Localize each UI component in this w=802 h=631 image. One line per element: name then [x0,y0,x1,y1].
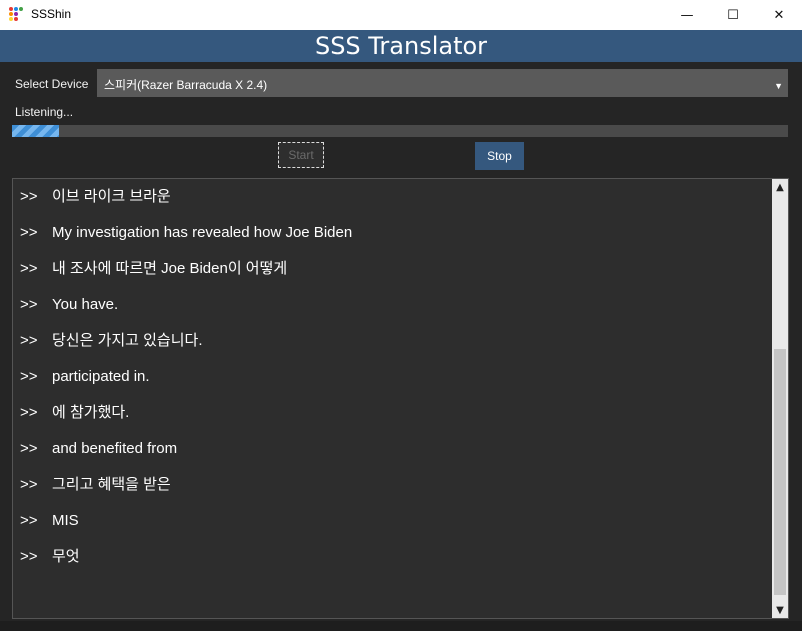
log-entry: >> 무엇 [20,547,770,583]
log-entry: >> 에 참가했다. [20,403,770,439]
device-select[interactable]: 스피커(Razer Barracuda X 2.4) ▼ [97,69,788,97]
log-entry-text: 무엇 [52,548,80,565]
maximize-button[interactable]: ☐ [710,0,756,30]
log-entry-prefix: >> [20,224,38,241]
log-list: >> 이브 라이크 브라운 >> My investigation has revea… [20,187,770,583]
progress-fill [12,125,59,137]
start-button[interactable]: Start [278,142,324,168]
log-entry-prefix: >> [20,548,38,565]
listening-progress-bar [12,125,788,137]
translation-log[interactable]: >> 이브 라이크 브라운 >> My investigation has revea… [12,178,789,619]
log-entry: >> 그리고 혜택을 받은 [20,475,770,511]
device-select-value: 스피커(Razer Barracuda X 2.4) [104,78,268,92]
log-entry-prefix: >> [20,332,38,349]
app-logo-icon [9,7,23,21]
log-entry-text: 그리고 혜택을 받은 [52,476,171,493]
log-entry-text: My investigation has revealed how Joe Bi… [52,224,353,241]
log-scrollbar[interactable]: ▲ ▼ [772,179,788,618]
log-entry-prefix: >> [20,440,38,457]
window-titlebar[interactable]: SSShin — ☐ ✕ [0,0,802,30]
log-entry-prefix: >> [20,512,38,529]
log-entry-prefix: >> [20,296,38,313]
app-title: SSS Translator [314,32,488,60]
log-entry: >> 내 조사에 따르면 Joe Biden이 어떻게 [20,259,770,295]
log-entry-text: and benefited from [52,440,178,457]
scroll-up-icon[interactable]: ▲ [772,179,788,195]
select-device-label: Select Device [15,77,89,91]
log-entry-text: participated in. [52,368,150,385]
log-entry: >> MIS [20,511,770,547]
log-entry: >> 당신은 가지고 있습니다. [20,331,770,367]
window-title: SSShin [31,7,72,21]
log-entry-text: MIS [52,512,79,529]
scroll-down-icon[interactable]: ▼ [772,602,788,618]
log-entry: >> participated in. [20,367,770,403]
log-entry-prefix: >> [20,260,38,277]
log-entry-prefix: >> [20,476,38,493]
log-entry: >> My investigation has revealed how Joe … [20,223,770,259]
log-entry-prefix: >> [20,368,38,385]
window-bottom-edge [0,621,802,631]
log-entry-text: 이브 라이크 브라운 [52,188,171,205]
log-entry: >> and benefited from [20,439,770,475]
log-entry: >> 이브 라이크 브라운 [20,187,770,223]
app-header: SSS Translator [0,30,802,62]
chevron-down-icon[interactable]: ▼ [774,81,783,91]
status-text: Listening... [15,105,74,119]
log-entry-text: You have. [52,296,119,313]
log-entry-prefix: >> [20,404,38,421]
log-entry-text: 내 조사에 따르면 Joe Biden이 어떻게 [52,260,288,277]
log-entry: >> You have. [20,295,770,331]
log-entry-prefix: >> [20,188,38,205]
minimize-button[interactable]: — [664,0,710,30]
close-button[interactable]: ✕ [756,0,802,30]
stop-button[interactable]: Stop [475,142,524,170]
log-entry-text: 당신은 가지고 있습니다. [52,332,203,349]
log-entry-text: 에 참가했다. [52,404,130,421]
scrollbar-thumb[interactable] [774,349,786,595]
